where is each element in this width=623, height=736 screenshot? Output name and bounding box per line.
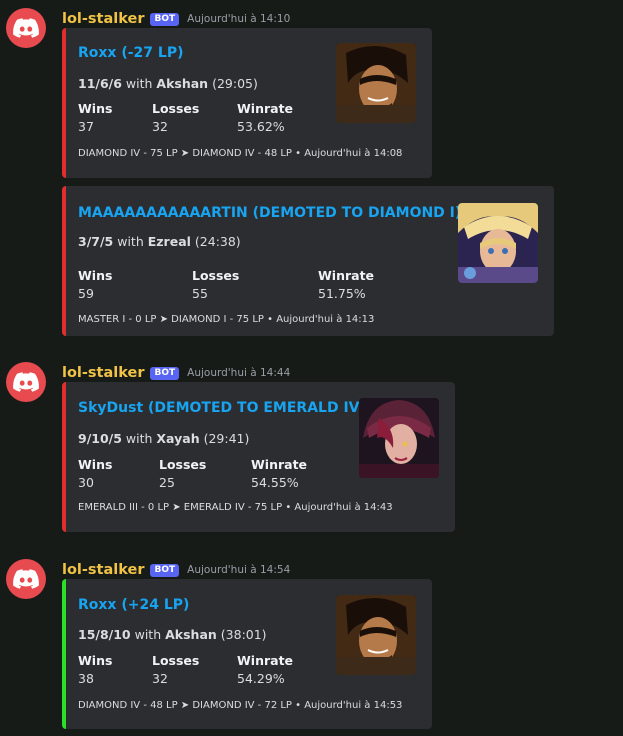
field-wins: Wins 37	[78, 101, 112, 134]
match-embed: Roxx (+24 LP) 15/8/10 with Akshan (38:01…	[62, 579, 432, 729]
game-duration: (24:38)	[194, 234, 241, 249]
bot-badge: BOT	[150, 12, 180, 26]
message-header: lol-stalker BOT Aujourd'hui à 14:54	[62, 561, 290, 579]
field-value: 54.29%	[237, 671, 285, 686]
field-name: Winrate	[237, 101, 294, 116]
champion-thumbnail[interactable]	[336, 43, 416, 123]
field-winrate: Winrate 54.29%	[237, 653, 293, 686]
match-embed: Roxx (-27 LP) 11/6/6 with Akshan (29:05)…	[62, 28, 432, 178]
embed-footer: DIAMOND IV - 48 LP ➤ DIAMOND IV - 72 LP …	[78, 700, 403, 711]
kda: 11/6/6	[78, 76, 122, 91]
champion-thumbnail[interactable]	[336, 595, 416, 675]
field-value: 53.62%	[237, 119, 285, 134]
ezreal-portrait-icon	[458, 203, 538, 283]
field-value: 32	[152, 119, 168, 134]
message-header: lol-stalker BOT Aujourd'hui à 14:10	[62, 10, 290, 28]
field-winrate: Winrate 53.62%	[237, 101, 293, 134]
embed-description: 9/10/5 with Xayah (29:41)	[78, 431, 249, 446]
field-name: Winrate	[237, 653, 294, 668]
discord-icon	[13, 15, 39, 41]
discord-icon	[13, 369, 39, 395]
field-winrate: Winrate 54.55%	[251, 457, 307, 490]
field-value: 38	[78, 671, 94, 686]
bot-badge: BOT	[150, 563, 180, 577]
field-losses: Losses 32	[152, 653, 199, 686]
champion-thumbnail[interactable]	[458, 203, 538, 283]
with-label: with	[125, 431, 153, 446]
field-name: Winrate	[251, 457, 308, 472]
champion-thumbnail[interactable]	[359, 398, 439, 478]
field-value: 55	[192, 286, 208, 301]
field-name: Wins	[78, 457, 113, 472]
kda: 15/8/10	[78, 627, 131, 642]
champion-name: Akshan	[156, 76, 209, 91]
timestamp[interactable]: Aujourd'hui à 14:10	[187, 13, 290, 25]
field-name: Wins	[78, 268, 113, 283]
field-value: 54.55%	[251, 475, 299, 490]
field-name: Losses	[152, 101, 200, 116]
field-name: Losses	[152, 653, 200, 668]
field-winrate: Winrate 51.75%	[318, 268, 374, 301]
match-embed: SkyDust (DEMOTED TO EMERALD IV) 9/10/5 w…	[62, 382, 455, 532]
field-losses: Losses 32	[152, 101, 199, 134]
timestamp[interactable]: Aujourd'hui à 14:44	[187, 367, 290, 379]
game-duration: (29:05)	[212, 76, 258, 91]
bot-avatar[interactable]	[6, 559, 46, 599]
field-losses: Losses 25	[159, 457, 206, 490]
embed-footer: DIAMOND IV - 75 LP ➤ DIAMOND IV - 48 LP …	[78, 148, 403, 159]
match-embed: MAAAAAAAAAAARTIN (DEMOTED TO DIAMOND I) …	[62, 186, 554, 336]
embed-title[interactable]: MAAAAAAAAAAARTIN (DEMOTED TO DIAMOND I)	[78, 205, 461, 221]
xayah-portrait-icon	[359, 398, 439, 478]
with-label: with	[117, 234, 144, 249]
field-name: Wins	[78, 653, 113, 668]
field-wins: Wins 59	[78, 268, 112, 301]
field-name: Winrate	[318, 268, 375, 283]
akshan-portrait-icon	[336, 43, 416, 123]
field-losses: Losses 55	[192, 268, 239, 301]
field-name: Losses	[192, 268, 240, 283]
field-value: 51.75%	[318, 286, 366, 301]
with-label: with	[125, 76, 153, 91]
field-wins: Wins 38	[78, 653, 112, 686]
akshan-portrait-icon	[336, 595, 416, 675]
message-header: lol-stalker BOT Aujourd'hui à 14:44	[62, 364, 290, 382]
field-value: 32	[152, 671, 168, 686]
bot-avatar[interactable]	[6, 362, 46, 402]
timestamp[interactable]: Aujourd'hui à 14:54	[187, 564, 290, 576]
embed-title[interactable]: Roxx (+24 LP)	[78, 597, 189, 613]
game-duration: (29:41)	[203, 431, 250, 446]
username[interactable]: lol-stalker	[62, 562, 144, 578]
field-wins: Wins 30	[78, 457, 112, 490]
embed-title[interactable]: SkyDust (DEMOTED TO EMERALD IV)	[78, 400, 366, 416]
field-name: Losses	[159, 457, 207, 472]
champion-name: Akshan	[165, 627, 217, 642]
field-value: 30	[78, 475, 94, 490]
embed-description: 3/7/5 with Ezreal (24:38)	[78, 234, 241, 249]
embed-description: 11/6/6 with Akshan (29:05)	[78, 76, 258, 91]
game-duration: (38:01)	[220, 627, 267, 642]
embed-footer: EMERALD III - 0 LP ➤ EMERALD IV - 75 LP …	[78, 502, 393, 513]
username[interactable]: lol-stalker	[62, 11, 144, 27]
field-value: 37	[78, 119, 94, 134]
field-value: 25	[159, 475, 175, 490]
champion-name: Ezreal	[147, 234, 191, 249]
kda: 9/10/5	[78, 431, 122, 446]
with-label: with	[134, 627, 162, 642]
kda: 3/7/5	[78, 234, 114, 249]
embed-title[interactable]: Roxx (-27 LP)	[78, 45, 183, 61]
embed-description: 15/8/10 with Akshan (38:01)	[78, 627, 267, 642]
field-value: 59	[78, 286, 94, 301]
discord-icon	[13, 566, 39, 592]
champion-name: Xayah	[156, 431, 200, 446]
bot-avatar[interactable]	[6, 8, 46, 48]
bot-badge: BOT	[150, 366, 180, 380]
embed-footer: MASTER I - 0 LP ➤ DIAMOND I - 75 LP • Au…	[78, 314, 375, 325]
username[interactable]: lol-stalker	[62, 365, 144, 381]
field-name: Wins	[78, 101, 113, 116]
